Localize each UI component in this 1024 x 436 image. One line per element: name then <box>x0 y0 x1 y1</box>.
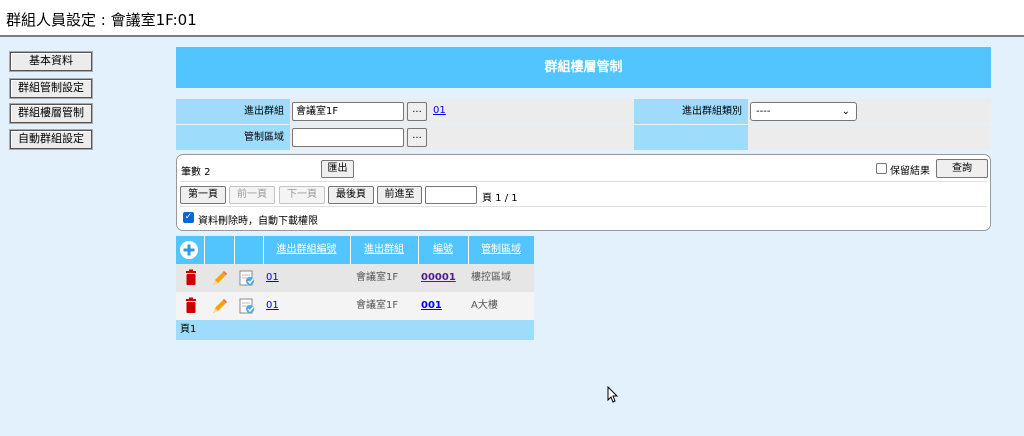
control-area-cell: 樓控區域 <box>471 272 511 283</box>
group-code-link[interactable]: 01 <box>266 292 279 320</box>
page-info: 頁 1 / 1 <box>482 193 518 204</box>
next-page-button[interactable]: 下一頁 <box>279 186 325 204</box>
delete-icon[interactable] <box>182 297 200 315</box>
first-page-button[interactable]: 第一頁 <box>180 186 226 204</box>
last-page-button[interactable]: 最後頁 <box>328 186 374 204</box>
grid-header: 進出群組編號 進出群組 編號 管制區域 <box>176 236 534 264</box>
control-area-label: 管制區域 <box>176 125 290 150</box>
goto-page-input[interactable] <box>425 186 477 204</box>
group-browse-button[interactable]: ... <box>407 102 427 121</box>
auto-download-checkbox[interactable]: ✓ <box>183 212 194 223</box>
control-area-cell: ... <box>290 125 634 150</box>
group-code-link[interactable]: 01 <box>433 105 446 116</box>
sidebar-group-floor-control-button[interactable]: 群組樓層管制 <box>9 103 93 124</box>
query-panel: 筆數 2 匯出 保留結果 查詢 第一頁 前一頁 下一頁 最後頁 前進至 頁 1 … <box>176 154 991 231</box>
delete-icon[interactable] <box>182 269 200 287</box>
table-row: 01 會議室1F 00001 樓控區域 <box>176 264 534 292</box>
export-button[interactable]: 匯出 <box>321 160 354 178</box>
sidebar-auto-group-button[interactable]: 自動群組設定 <box>9 129 93 150</box>
edit-pencil-icon[interactable] <box>211 297 229 315</box>
group-type-label: 進出群組類別 <box>634 99 748 124</box>
group-type-select[interactable]: ---- ⌄ <box>750 102 857 121</box>
auto-download-label: 資料刪除時，自動下載權限 <box>198 216 318 227</box>
col-group-name[interactable]: 進出群組 <box>350 236 418 264</box>
sidebar-basic-info-button[interactable]: 基本資料 <box>9 51 93 72</box>
control-area-cell: A大樓 <box>471 300 498 311</box>
col-group-code[interactable]: 進出群組編號 <box>263 236 350 264</box>
goto-page-button[interactable]: 前進至 <box>377 186 422 204</box>
top-bar: 群組人員設定 : 會議室1F:01 <box>0 0 1024 37</box>
record-count: 筆數 2 <box>181 167 211 178</box>
empty-label-cell <box>634 125 748 150</box>
group-label: 進出群組 <box>176 99 290 124</box>
divider <box>180 206 987 207</box>
group-input[interactable]: 會議室1F <box>292 102 404 121</box>
plus-icon[interactable] <box>180 241 198 259</box>
col-code[interactable]: 編號 <box>418 236 468 264</box>
search-button[interactable]: 查詢 <box>936 159 988 178</box>
edit-pencil-icon[interactable] <box>211 269 229 287</box>
keep-result-label: 保留結果 <box>890 166 930 177</box>
keep-result-checkbox[interactable] <box>876 163 887 174</box>
group-name-cell: 會議室1F <box>356 272 399 283</box>
group-code-link[interactable]: 01 <box>266 264 279 292</box>
control-area-input[interactable] <box>292 128 404 147</box>
grid-footer-page: 頁1 <box>176 320 534 340</box>
filter-form: 進出群組 會議室1F ... 01 進出群組類別 ---- ⌄ 管制區域 ... <box>176 99 991 150</box>
sidebar-group-control-button[interactable]: 群組管制設定 <box>9 78 93 99</box>
group-type-select-value: ---- <box>756 106 771 117</box>
view-detail-icon[interactable] <box>238 297 256 315</box>
group-field-cell: 會議室1F ... 01 <box>290 99 634 124</box>
prev-page-button[interactable]: 前一頁 <box>229 186 275 204</box>
control-area-browse-button[interactable]: ... <box>407 128 427 147</box>
code-link[interactable]: 00001 <box>421 264 456 292</box>
section-banner: 群組樓層管制 <box>176 47 991 88</box>
empty-value-cell <box>748 125 991 150</box>
group-name-cell: 會議室1F <box>356 300 399 311</box>
chevron-down-icon: ⌄ <box>841 106 850 117</box>
page-title: 群組人員設定 : 會議室1F:01 <box>6 11 197 29</box>
divider <box>180 181 987 182</box>
col-control-area[interactable]: 管制區域 <box>468 236 534 264</box>
view-detail-icon[interactable] <box>238 269 256 287</box>
table-row: 01 會議室1F 001 A大樓 <box>176 292 534 320</box>
mouse-cursor-icon <box>607 385 619 407</box>
code-link[interactable]: 001 <box>421 292 442 320</box>
